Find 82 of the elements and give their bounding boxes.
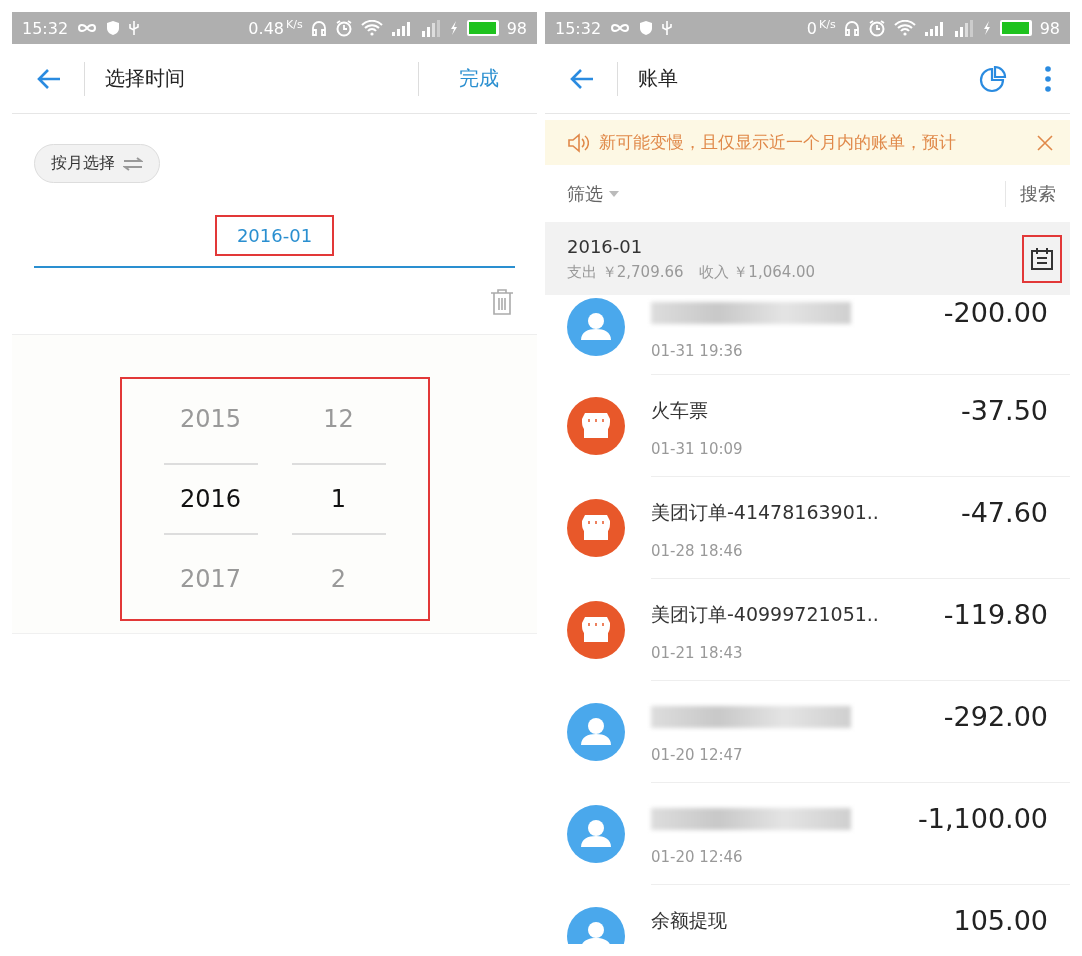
- close-icon[interactable]: [1036, 133, 1054, 152]
- month-label: 2016-01: [567, 235, 644, 257]
- transaction-amount: -1,100.00: [918, 803, 1048, 834]
- transaction-row[interactable]: -200.00 01-31 19:36: [545, 295, 1070, 375]
- infinity-icon: [76, 22, 99, 34]
- dropdown-caret-icon: [609, 190, 619, 197]
- battery-percent-text: 98: [1039, 18, 1060, 38]
- transaction-title: 美团订单-40999721051..: [651, 601, 879, 627]
- transaction-title: 余额提现: [651, 907, 727, 933]
- transaction-row[interactable]: 火车票 -37.50 01-31 10:09: [545, 375, 1070, 477]
- swap-arrows-icon: [123, 156, 143, 171]
- headphones-icon: [843, 20, 860, 36]
- battery-icon: [999, 20, 1032, 36]
- transaction-time: 01-21 18:43: [651, 644, 744, 662]
- lightning-icon: [981, 20, 992, 36]
- date-picker[interactable]: 2015 2016 2017 12 1 2: [119, 377, 430, 621]
- transaction-title: 火车票: [651, 397, 708, 423]
- clock-text: 15:32: [22, 18, 69, 38]
- alarm-clock-icon: [867, 19, 886, 37]
- month-mode-toggle[interactable]: 按月选择: [34, 144, 160, 183]
- wifi-icon: [893, 20, 916, 36]
- transaction-amount: -119.80: [943, 599, 1048, 630]
- alarm-clock-icon: [334, 19, 353, 37]
- picker-option[interactable]: 1: [291, 463, 386, 535]
- infinity-icon: [609, 22, 632, 34]
- wifi-icon: [360, 20, 383, 36]
- transaction-time: 01-20 12:46: [651, 848, 744, 866]
- speed-unit-text: K/s: [819, 18, 836, 31]
- filter-dropdown[interactable]: 筛选: [567, 181, 619, 206]
- signal-icon: [420, 19, 441, 37]
- more-menu-icon[interactable]: [1044, 64, 1052, 93]
- shield-icon: [106, 20, 121, 36]
- speed-unit-text: K/s: [286, 18, 303, 31]
- signal-icon: [953, 19, 974, 37]
- transaction-time: 01-28 18:46: [651, 542, 744, 560]
- person-avatar-icon: [567, 805, 625, 863]
- transaction-time: 01-31 19:36: [651, 342, 744, 360]
- speaker-icon: [567, 132, 589, 153]
- network-speed-text: 0.48: [248, 18, 284, 38]
- transaction-amount: -292.00: [943, 701, 1048, 732]
- shop-avatar-icon: [567, 601, 625, 659]
- back-arrow-icon: [569, 67, 595, 90]
- transaction-row[interactable]: -1,100.00 01-20 12:46: [545, 783, 1070, 885]
- calendar-button[interactable]: [1022, 234, 1062, 283]
- transaction-amount: -47.60: [960, 497, 1048, 528]
- transaction-time: 01-31 10:09: [651, 440, 744, 458]
- done-button[interactable]: 完成: [427, 57, 519, 100]
- search-button[interactable]: 搜索: [1020, 181, 1056, 206]
- transaction-title: 美团订单-41478163901..: [651, 499, 879, 525]
- battery-icon: [466, 20, 499, 36]
- signal-icon: [923, 20, 946, 36]
- transaction-amount: 105.00: [953, 905, 1048, 936]
- transaction-row[interactable]: 余额提现 105.00: [545, 885, 1070, 944]
- usb-icon: [128, 20, 141, 36]
- transaction-row[interactable]: 美团订单-41478163901.. -47.60 01-28 18:46: [545, 477, 1070, 579]
- month-summary-text: 支出 ￥2,709.66 收入 ￥1,064.00: [567, 262, 817, 282]
- transaction-amount: -37.50: [960, 395, 1048, 426]
- screen-title: 选择时间: [105, 65, 186, 92]
- transaction-row[interactable]: -292.00 01-20 12:47: [545, 681, 1070, 783]
- signal-icon: [390, 20, 413, 36]
- back-arrow-icon: [36, 67, 62, 90]
- date-field[interactable]: 2016-01: [34, 215, 515, 268]
- clock-text: 15:32: [555, 18, 602, 38]
- trash-icon[interactable]: [489, 288, 515, 316]
- person-avatar-icon: [567, 298, 625, 356]
- headphones-icon: [310, 20, 327, 36]
- screen-title: 账单: [638, 65, 679, 92]
- usb-icon: [661, 20, 674, 36]
- shop-avatar-icon: [567, 499, 625, 557]
- shop-avatar-icon: [567, 397, 625, 455]
- shield-icon: [639, 20, 654, 36]
- picker-option[interactable]: 2016: [163, 463, 258, 535]
- transaction-amount: -200.00: [943, 297, 1048, 328]
- battery-percent-text: 98: [506, 18, 527, 38]
- transaction-row[interactable]: 美团订单-40999721051.. -119.80 01-21 18:43: [545, 579, 1070, 681]
- network-speed-text: 0: [806, 18, 817, 38]
- notice-text: 新可能变慢，且仅显示近一个月内的账单，预计: [599, 131, 957, 154]
- person-avatar-icon: [567, 703, 625, 761]
- lightning-icon: [448, 20, 459, 36]
- transaction-time: 01-20 12:47: [651, 746, 744, 764]
- pie-chart-icon[interactable]: [978, 63, 1008, 94]
- date-value-text: 2016-01: [214, 215, 335, 256]
